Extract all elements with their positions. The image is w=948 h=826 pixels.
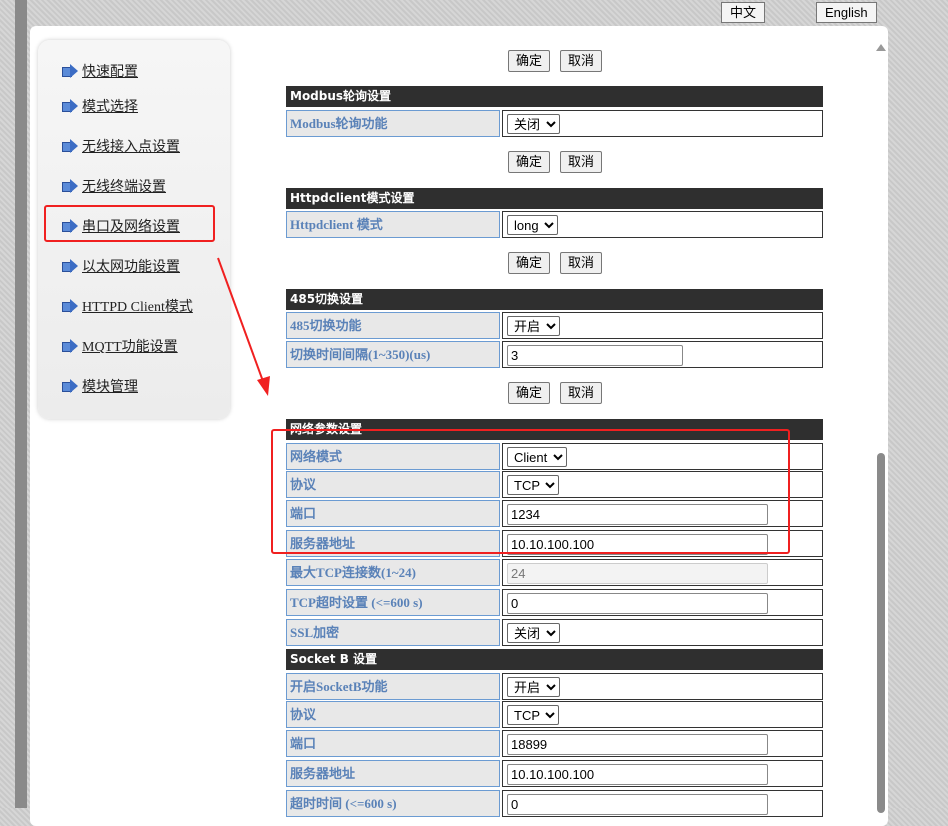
- scroll-up-icon[interactable]: [876, 44, 886, 51]
- scrollbar-thumb[interactable]: [877, 453, 885, 813]
- annotation-arrow-icon: [217, 257, 270, 396]
